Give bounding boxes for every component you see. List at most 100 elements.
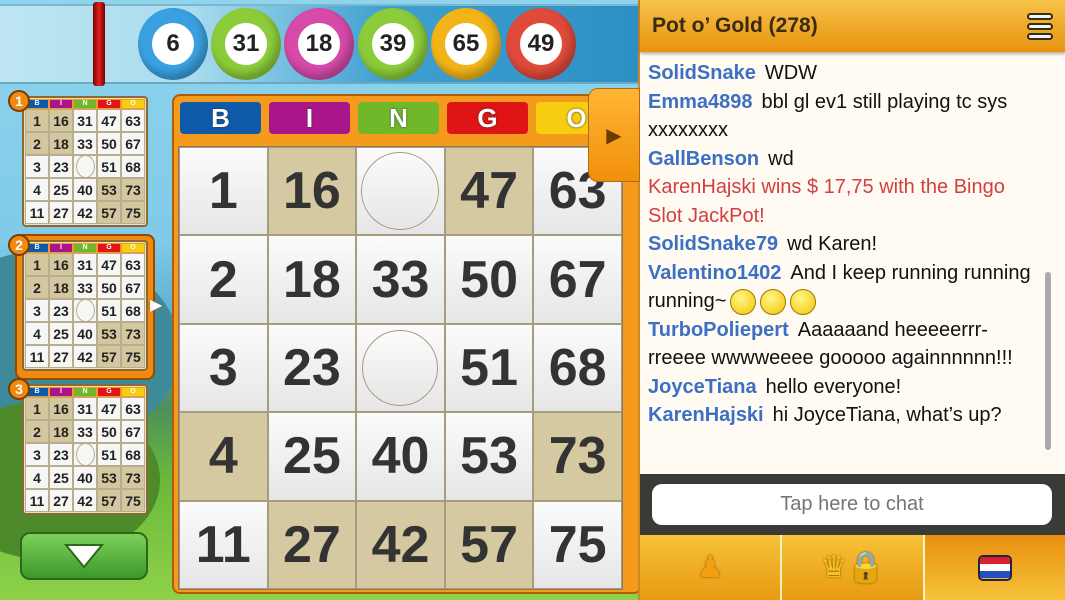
chat-panel: Pot o’ Gold (278) SolidSnake WDW Emma4898 b… <box>638 0 1065 600</box>
called-ball: 18 <box>284 8 354 80</box>
chat-scrollbar[interactable] <box>1045 272 1051 450</box>
bingo-cell[interactable]: 2 <box>179 235 268 324</box>
bingo-cell[interactable]: 4 <box>179 412 268 501</box>
bingo-cell[interactable]: 40 <box>356 412 445 501</box>
toggle-chat-button[interactable]: ▶ <box>588 88 640 182</box>
mini-cell: 33 <box>73 132 97 155</box>
bingo-letter-b: B <box>180 102 261 134</box>
menu-icon[interactable] <box>1027 12 1053 40</box>
chat-username[interactable]: SolidSnake <box>648 62 756 84</box>
chat-username[interactable]: Valentino1402 <box>648 262 781 284</box>
called-ball: 6 <box>138 8 208 80</box>
bingo-cell[interactable]: 47 <box>444 147 534 236</box>
mini-letter: I <box>50 100 72 108</box>
chat-username[interactable]: JoyceTiana <box>648 376 757 398</box>
bingo-cell[interactable]: 25 <box>267 412 357 501</box>
bingo-cell[interactable]: 50 <box>444 235 534 324</box>
mini-cell: 42 <box>73 345 97 368</box>
mini-cell: 1 <box>25 109 49 132</box>
mini-cell: 23 <box>49 299 73 322</box>
tab-vip[interactable]: ♛🔒 <box>782 535 925 600</box>
ball-number: 31 <box>222 20 270 68</box>
scroll-cards-down-button[interactable] <box>20 532 148 580</box>
mini-card-3[interactable]: B I N G O 1 16 31 47 63 2 18 33 50 67 3 23 51 68 4 25 40 53 73 1… <box>22 384 148 515</box>
tab-language[interactable] <box>924 535 1065 600</box>
mini-letter: O <box>122 100 144 108</box>
mini-cell: 67 <box>121 420 145 443</box>
mini-cell <box>73 299 97 322</box>
bingo-cell[interactable]: 27 <box>267 500 357 589</box>
bingo-cell[interactable]: 73 <box>533 412 622 501</box>
chat-username[interactable]: KarenHajski <box>648 404 764 426</box>
mini-cell: 53 <box>97 178 121 201</box>
chat-text: WDW <box>764 62 818 84</box>
room-title: Pot o’ Gold (278) <box>652 14 818 37</box>
bingo-cell[interactable]: 67 <box>533 235 622 324</box>
mini-card-2[interactable]: B I N G O 1 16 31 47 63 2 18 33 50 67 3 23 51 68 4 25 40 53 73 1… <box>22 240 148 371</box>
ball-number: 18 <box>295 20 343 68</box>
mini-letter: N <box>74 244 96 252</box>
mini-cell: 40 <box>73 178 97 201</box>
free-space-daub <box>75 155 95 178</box>
chat-message: KarenHajski hi JoyceTiana, what’s up? <box>648 401 1043 430</box>
chat-message: SolidSnake WDW <box>648 59 1043 88</box>
bingo-cell[interactable]: 57 <box>444 500 534 589</box>
bingo-cell[interactable] <box>356 323 445 413</box>
mini-letter: G <box>98 388 120 396</box>
mini-cell: 40 <box>73 322 97 345</box>
mini-cell: 50 <box>97 276 121 299</box>
mini-grid: 1 16 31 47 63 2 18 33 50 67 3 23 51 68 4 25 40 53 73 11 27 42… <box>25 397 145 512</box>
mini-grid: 1 16 31 47 63 2 18 33 50 67 3 23 51 68 4 25 40 53 73 11 27 42… <box>25 253 145 368</box>
bingo-cell[interactable] <box>356 147 445 236</box>
bingo-cell[interactable]: 68 <box>533 323 622 413</box>
mini-card-1[interactable]: B I N G O 1 16 31 47 63 2 18 33 50 67 3 23 51 68 4 25 40 53 73 1… <box>22 96 148 227</box>
mini-cell: 75 <box>121 489 145 512</box>
mini-cell: 67 <box>121 276 145 299</box>
mini-cell: 27 <box>49 201 73 224</box>
card-number-badge: 2 <box>8 234 30 256</box>
mini-cell: 40 <box>73 466 97 489</box>
chat-username[interactable]: Emma4898 <box>648 91 753 113</box>
chat-header: Pot o’ Gold (278) <box>640 0 1065 52</box>
mini-cell: 3 <box>25 155 49 178</box>
bingo-cell[interactable]: 53 <box>444 412 534 501</box>
bingo-letter-g: G <box>447 102 528 134</box>
mini-card-header: BINGO <box>25 387 145 397</box>
mini-letter: G <box>98 244 120 252</box>
chat-username[interactable]: SolidSnake79 <box>648 233 778 255</box>
mini-cell: 73 <box>121 466 145 489</box>
bingo-cell[interactable]: 51 <box>444 323 534 413</box>
bingo-cell[interactable]: 33 <box>356 235 445 324</box>
mini-cell: 50 <box>97 420 121 443</box>
chat-username[interactable]: TurboPoliepert <box>648 319 789 341</box>
bingo-cell[interactable]: 23 <box>267 323 357 413</box>
mini-cell: 51 <box>97 299 121 322</box>
arrow-down-icon <box>64 544 104 569</box>
bingo-cell[interactable]: 42 <box>356 500 445 589</box>
mini-cell: 63 <box>121 109 145 132</box>
mini-cell: 18 <box>49 276 73 299</box>
mini-cell: 4 <box>25 466 49 489</box>
bingo-cell[interactable]: 75 <box>533 500 622 589</box>
tab-players[interactable]: ♟ <box>640 535 783 600</box>
mini-cell: 31 <box>73 253 97 276</box>
mini-cell: 53 <box>97 466 121 489</box>
mini-cell: 31 <box>73 109 97 132</box>
mini-cell: 3 <box>25 443 49 466</box>
chat-input-bar <box>640 474 1065 536</box>
bingo-cell[interactable]: 11 <box>179 500 268 589</box>
card-number-badge: 3 <box>8 378 30 400</box>
mini-cell: 51 <box>97 443 121 466</box>
chat-input[interactable] <box>652 484 1052 525</box>
smiley-icon <box>730 288 757 315</box>
chat-username[interactable]: GallBenson <box>648 148 759 170</box>
bingo-cell[interactable]: 16 <box>267 147 357 236</box>
mini-cell: 57 <box>97 345 121 368</box>
bingo-cell[interactable]: 18 <box>267 235 357 324</box>
mini-cell: 18 <box>49 420 73 443</box>
chat-text: wd Karen! <box>787 233 878 255</box>
mini-cell: 23 <box>49 443 73 466</box>
bingo-cell[interactable]: 1 <box>179 147 268 236</box>
bingo-cell[interactable]: 3 <box>179 323 268 413</box>
system-message: KarenHajski wins $ 17,75 with the Bingo … <box>648 173 1043 230</box>
